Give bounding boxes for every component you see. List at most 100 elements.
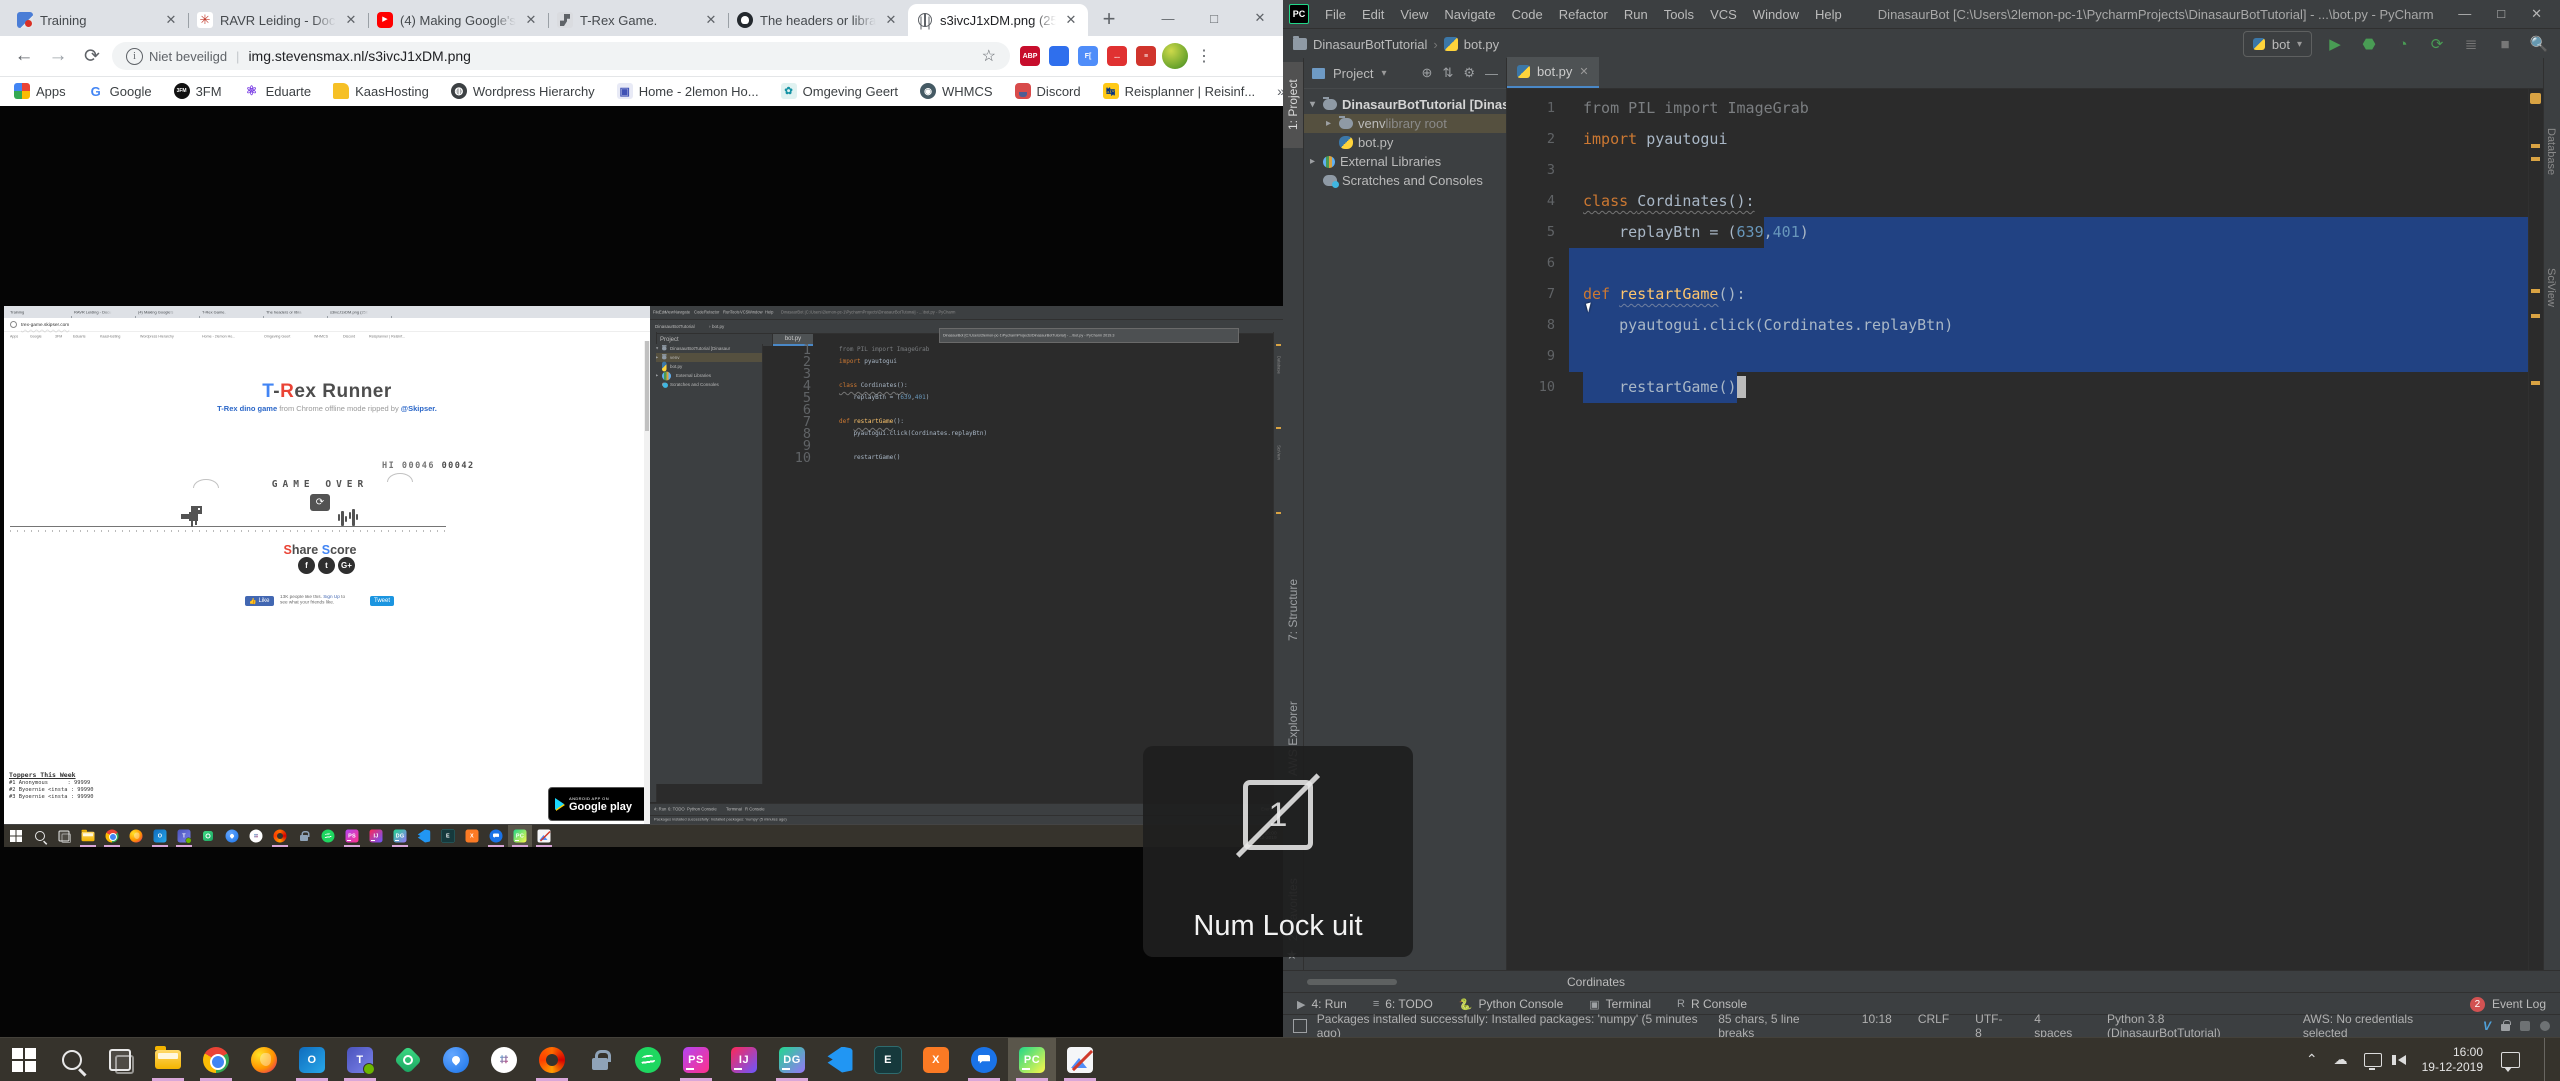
bookmark-item[interactable]: 3FM [174, 83, 222, 99]
breadcrumb-project[interactable]: DinasaurBotTutorial [1313, 37, 1427, 52]
taskbar-app-icon[interactable] [528, 1038, 576, 1081]
tool-tab-project[interactable]: 1: Project [1283, 62, 1303, 148]
minimize-icon[interactable]: — [2458, 6, 2471, 22]
toolwindow-button[interactable]: ▶ 4: Run [1297, 997, 1347, 1011]
url-text[interactable]: img.stevensmax.nl/s3ivcJ1xDM.png [248, 48, 972, 64]
settings-gear-icon[interactable]: ⚙ [1463, 65, 1475, 81]
browser-tab[interactable]: The headers or libra ✕ [728, 4, 908, 36]
taskbar-app-icon[interactable] [144, 1038, 192, 1081]
taskbar-app-icon[interactable] [384, 1038, 432, 1081]
taskbar-app-icon[interactable]: T [336, 1038, 384, 1081]
taskbar-app-icon[interactable] [960, 1038, 1008, 1081]
menu-item[interactable]: Refactor [1551, 7, 1616, 22]
concurrency-button[interactable]: ≣ [2460, 35, 2482, 53]
breadcrumb-class[interactable]: Cordinates [1567, 975, 1625, 989]
tree-row[interactable]: ▸ External Libraries [1304, 152, 1506, 171]
toolwindow-button[interactable]: ≡ 6: TODO [1373, 997, 1433, 1011]
taskbar-app-icon[interactable] [48, 1038, 96, 1081]
profile-avatar[interactable] [1162, 43, 1188, 69]
security-chip[interactable]: i Niet beveiligd [126, 48, 227, 65]
taskbar-app-icon[interactable] [624, 1038, 672, 1081]
tab-close-icon[interactable]: ✕ [163, 12, 179, 28]
minimize-icon[interactable]: — [1145, 0, 1191, 36]
taskbar-app-icon[interactable]: PS [672, 1038, 720, 1081]
browser-tab[interactable]: T-Rex Game. ✕ [548, 4, 728, 36]
taskbar-app-icon[interactable]: PC [1008, 1038, 1056, 1081]
tray-chevron-icon[interactable]: ⌃ [2306, 1051, 2318, 1068]
status-segment[interactable]: AWS: No credentials selected [2303, 1012, 2457, 1040]
taskbar-app-icon[interactable] [192, 1038, 240, 1081]
profiler-button[interactable]: ⟳ [2426, 35, 2448, 53]
horizontal-scrollbar[interactable] [1307, 979, 1397, 985]
status-segment[interactable]: 4 spaces [2034, 1012, 2081, 1040]
code-area[interactable]: 1 from PIL import ImageGrab [1507, 89, 2529, 971]
tool-tab-database[interactable]: Database [2545, 128, 2557, 175]
tree-row[interactable]: Scratches and Consoles [1304, 171, 1506, 190]
browser-tab[interactable]: RAVR Leiding - Docu ✕ [188, 4, 368, 36]
menu-item[interactable]: Window [1745, 7, 1807, 22]
tree-row[interactable]: ▸ venv library root [1304, 114, 1506, 133]
browser-tab[interactable]: Training ✕ [8, 4, 188, 36]
taskbar-app-icon[interactable] [96, 1038, 144, 1081]
bookmark-item[interactable]: Apps [14, 83, 66, 99]
browser-tab[interactable]: s3ivcJ1xDM.png (256 ✕ [908, 4, 1088, 36]
bookmark-item[interactable]: Google [88, 83, 152, 99]
taskbar-app-icon[interactable]: E [864, 1038, 912, 1081]
run-button[interactable]: ▶ [2324, 35, 2346, 53]
tab-close-icon[interactable]: ✕ [883, 12, 899, 28]
bookmark-item[interactable]: Discord [1015, 83, 1081, 99]
tree-expander-icon[interactable]: ▸ [1326, 118, 1339, 129]
menu-item[interactable]: Navigate [1436, 7, 1503, 22]
tab-close-icon[interactable]: ✕ [1063, 12, 1079, 28]
maximize-icon[interactable]: □ [1191, 0, 1237, 36]
chevron-down-icon[interactable]: ▾ [1381, 68, 1386, 79]
action-center-icon[interactable] [2501, 1052, 2520, 1068]
menu-item[interactable]: Run [1616, 7, 1656, 22]
extension-icon[interactable]: ABP [1020, 46, 1040, 66]
extension-icon[interactable]: ≡ [1136, 46, 1156, 66]
bookmark-item[interactable]: Omgeving Geert [781, 83, 898, 99]
tab-close-icon[interactable]: ✕ [343, 12, 359, 28]
displayed-image-screenshot[interactable]: Training ✕ RAVR Leiding - Docu ✕ (4) Mak… [4, 306, 1284, 846]
taskbar-app-icon[interactable] [1056, 1038, 1104, 1081]
collapse-all-icon[interactable]: ⇅ [1442, 65, 1453, 81]
taskbar-clock[interactable]: 16:00 19-12-2019 [2422, 1045, 2483, 1075]
taskbar-app-icon[interactable] [0, 1038, 48, 1081]
status-segment[interactable]: 85 chars, 5 line breaks [1718, 1012, 1836, 1040]
taskbar-app-icon[interactable] [816, 1038, 864, 1081]
menu-item[interactable]: Tools [1656, 7, 1702, 22]
taskbar-app-icon[interactable] [240, 1038, 288, 1081]
menu-item[interactable]: Help [1807, 7, 1850, 22]
tab-close-icon[interactable]: ✕ [703, 12, 719, 28]
extension-icon[interactable]: F[ [1078, 46, 1098, 66]
chrome-menu-icon[interactable]: ⋮ [1196, 46, 1212, 66]
tab-close-icon[interactable]: ✕ [523, 12, 539, 28]
menu-item[interactable]: VCS [1702, 7, 1745, 22]
taskbar-app-icon[interactable]: IJ [720, 1038, 768, 1081]
close-icon[interactable]: ✕ [2531, 6, 2542, 22]
hide-panel-icon[interactable]: — [1485, 66, 1498, 81]
bookmark-item[interactable]: WHMCS [920, 83, 993, 99]
bookmark-item[interactable]: Reisplanner | Reisinf... [1103, 83, 1256, 99]
tab-close-icon[interactable]: ✕ [1579, 65, 1588, 78]
taskbar-app-icon[interactable] [480, 1038, 528, 1081]
coverage-button[interactable]: ◔ [2392, 36, 2414, 53]
status-segment[interactable]: CRLF [1918, 1012, 1949, 1040]
breadcrumb-file[interactable]: bot.py [1464, 37, 1499, 52]
taskbar-app-icon[interactable]: DG [768, 1038, 816, 1081]
bookmark-item[interactable]: Home - 2lemon Ho... [617, 83, 759, 99]
menu-item[interactable]: View [1392, 7, 1436, 22]
tree-expander-icon[interactable]: ▾ [1310, 99, 1323, 110]
address-bar[interactable]: i Niet beveiligd | img.stevensmax.nl/s3i… [112, 42, 1010, 70]
lock-icon[interactable] [2501, 1024, 2510, 1031]
close-icon[interactable]: ✕ [1237, 0, 1283, 36]
project-panel-title[interactable]: Project [1333, 66, 1373, 81]
onedrive-cloud-icon[interactable]: ☁ [2334, 1051, 2348, 1068]
editor[interactable]: bot.py ✕ 1 from PIL import ImageGrab [1507, 58, 2543, 971]
debug-button[interactable]: ⬣ [2358, 35, 2380, 53]
tool-tab-sciview[interactable]: SciView [2545, 268, 2557, 307]
bookmark-star-icon[interactable]: ☆ [982, 46, 996, 66]
taskbar-app-icon[interactable] [432, 1038, 480, 1081]
run-configuration-select[interactable]: bot ▾ [2243, 31, 2312, 57]
bookmark-item[interactable]: KaasHosting [333, 83, 429, 99]
